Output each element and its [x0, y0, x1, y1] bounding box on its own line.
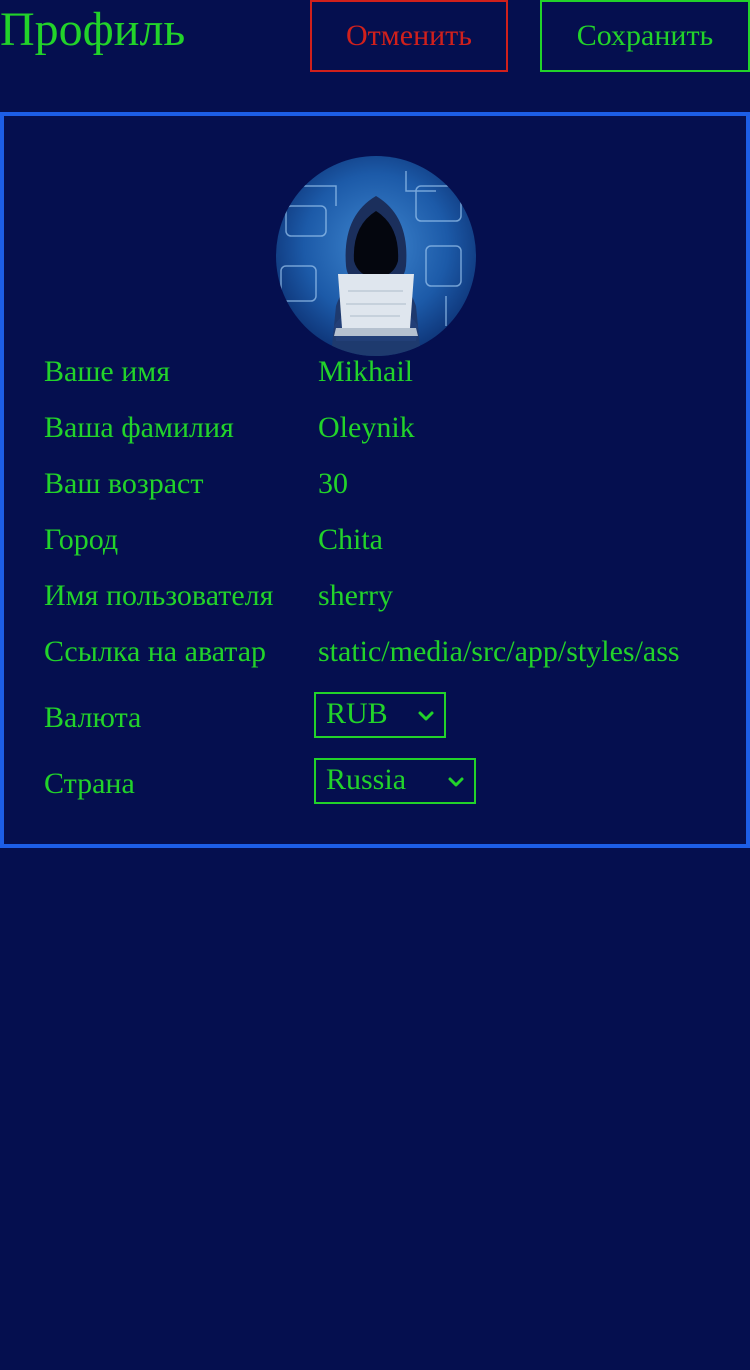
country-label: Страна: [44, 767, 135, 800]
currency-label: Валюта: [44, 701, 142, 734]
currency-selected-value: RUB: [326, 697, 388, 730]
country-selected-value: Russia: [326, 763, 407, 796]
avatar-link-value[interactable]: static/media/src/app/styles/ass: [318, 634, 680, 670]
currency-select[interactable]: RUB: [314, 692, 446, 738]
cancel-button[interactable]: Отменить: [310, 0, 508, 72]
country-select[interactable]: Russia: [314, 758, 476, 804]
first-name-label: Ваше имя: [44, 355, 171, 388]
first-name-value[interactable]: Mikhail: [318, 354, 413, 390]
page-title: Профиль: [0, 3, 186, 56]
header: Профиль Отменить Сохранить: [0, 0, 750, 112]
chevron-down-icon: [418, 711, 434, 721]
username-label: Имя пользователя: [44, 579, 274, 612]
age-label: Ваш возраст: [44, 467, 204, 500]
chevron-down-icon: [448, 777, 464, 787]
avatar-link-label: Ссылка на аватар: [44, 635, 267, 668]
avatar: [276, 156, 476, 356]
save-button[interactable]: Сохранить: [540, 0, 750, 72]
last-name-value[interactable]: Oleynik: [318, 410, 415, 446]
last-name-label: Ваша фамилия: [44, 411, 234, 444]
city-value[interactable]: Chita: [318, 522, 383, 558]
hacker-avatar-image: [276, 156, 476, 356]
city-label: Город: [44, 523, 119, 556]
username-value[interactable]: sherry: [318, 578, 393, 614]
profile-card: Ваше имя Mikhail Ваша фамилия Oleynik Ва…: [0, 112, 750, 848]
age-value[interactable]: 30: [318, 466, 348, 502]
